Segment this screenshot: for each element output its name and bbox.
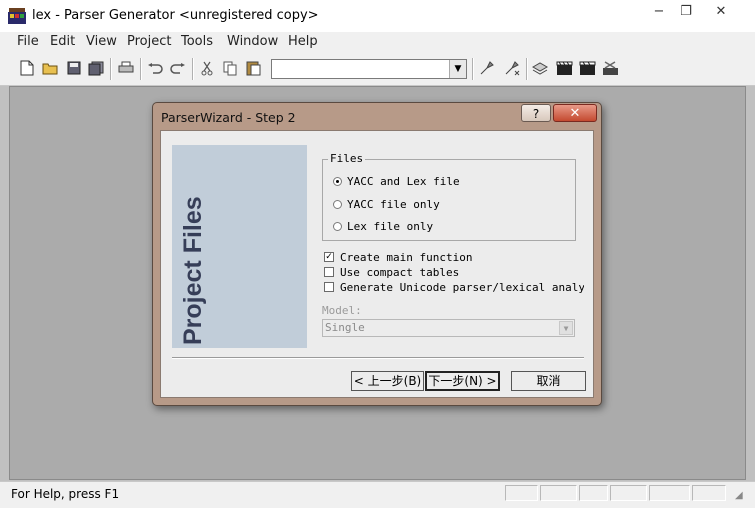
dialog-body: Project Files Files YACC and Lex file YA… bbox=[160, 130, 594, 398]
open-folder-icon[interactable] bbox=[41, 59, 59, 77]
dialog-divider bbox=[172, 357, 584, 359]
menu-view[interactable]: View bbox=[86, 34, 117, 49]
window-title: lex - Parser Generator <unregistered cop… bbox=[32, 8, 319, 23]
resize-grip-icon[interactable]: ◢ bbox=[735, 490, 743, 501]
save-all-icon[interactable] bbox=[87, 59, 105, 77]
menu-project[interactable]: Project bbox=[127, 34, 171, 49]
radio-button[interactable] bbox=[333, 200, 342, 209]
checkbox-label: Create main function bbox=[340, 251, 473, 264]
model-select-value: Single bbox=[325, 321, 365, 334]
radio-button-selected[interactable] bbox=[333, 177, 342, 186]
menu-window[interactable]: Window bbox=[227, 34, 278, 49]
checkbox[interactable] bbox=[324, 282, 334, 292]
checkbox[interactable] bbox=[324, 267, 334, 277]
dialog-help-button[interactable]: ? bbox=[521, 104, 551, 122]
side-panel-title: Project Files bbox=[179, 196, 207, 345]
menu-help[interactable]: Help bbox=[288, 34, 318, 49]
status-text: For Help, press F1 bbox=[11, 487, 120, 501]
chevron-down-icon: ▼ bbox=[559, 321, 573, 335]
radio-label: Lex file only bbox=[347, 220, 434, 233]
checkbox-checked[interactable]: ✓ bbox=[324, 252, 334, 262]
radio-label: YACC file only bbox=[347, 198, 440, 211]
print-icon[interactable] bbox=[117, 59, 135, 77]
checkbox-create-main[interactable]: ✓ Create main function bbox=[324, 251, 584, 265]
status-pane bbox=[692, 485, 726, 501]
menu-bar: File Edit View Project Tools Window Help bbox=[0, 32, 755, 52]
chevron-down-icon[interactable]: ▼ bbox=[449, 60, 466, 78]
redo-icon[interactable] bbox=[169, 59, 187, 77]
cancel-button[interactable]: 取消 bbox=[511, 371, 586, 391]
build-icon[interactable] bbox=[478, 59, 496, 77]
dialog-close-button[interactable]: ✕ bbox=[553, 104, 597, 122]
checkbox-unicode[interactable]: Generate Unicode parser/lexical analyser bbox=[324, 281, 584, 295]
status-pane bbox=[649, 485, 690, 501]
checkbox-label: Use compact tables bbox=[340, 266, 460, 279]
cut-icon[interactable] bbox=[198, 59, 216, 77]
menu-edit[interactable]: Edit bbox=[50, 34, 75, 49]
status-bar: For Help, press F1 ◢ bbox=[0, 481, 755, 508]
menu-tools[interactable]: Tools bbox=[181, 34, 213, 49]
radio-label: YACC and Lex file bbox=[347, 175, 460, 188]
minimize-button[interactable]: − bbox=[646, 4, 672, 20]
compile-icon[interactable] bbox=[531, 59, 549, 77]
status-pane bbox=[610, 485, 647, 501]
dialog-title: ParserWizard - Step 2 bbox=[161, 110, 296, 125]
title-bar: lex - Parser Generator <unregistered cop… bbox=[0, 0, 755, 33]
wizard-side-panel: Project Files bbox=[172, 145, 307, 348]
radio-button[interactable] bbox=[333, 222, 342, 231]
parser-wizard-dialog: ParserWizard - Step 2 ? ✕ Project Files … bbox=[152, 102, 602, 406]
restore-button[interactable]: ❐ bbox=[673, 4, 699, 20]
rebuild-icon[interactable] bbox=[503, 59, 521, 77]
next-button[interactable]: 下一步(N) > bbox=[425, 371, 500, 391]
paste-icon[interactable] bbox=[244, 59, 262, 77]
status-pane bbox=[540, 485, 577, 501]
back-button[interactable]: < 上一步(B) bbox=[351, 371, 424, 391]
radio-yacc-only[interactable]: YACC file only bbox=[333, 198, 533, 212]
checkbox-label: Generate Unicode parser/lexical analyser bbox=[340, 281, 584, 294]
files-group-label: Files bbox=[328, 152, 366, 165]
copy-icon[interactable] bbox=[221, 59, 239, 77]
clapper-icon[interactable] bbox=[578, 59, 596, 77]
undo-icon[interactable] bbox=[146, 59, 164, 77]
model-label: Model: bbox=[322, 304, 362, 317]
status-pane bbox=[579, 485, 608, 501]
run-icon[interactable] bbox=[555, 59, 573, 77]
new-file-icon[interactable] bbox=[18, 59, 36, 77]
stop-icon[interactable] bbox=[601, 59, 619, 77]
model-select: Single ▼ bbox=[322, 319, 575, 337]
radio-lex-only[interactable]: Lex file only bbox=[333, 220, 533, 234]
toolbar-combo[interactable]: ▼ bbox=[271, 59, 467, 79]
toolbar: ▼ bbox=[0, 52, 755, 86]
radio-yacc-and-lex[interactable]: YACC and Lex file bbox=[333, 175, 533, 189]
menu-file[interactable]: File bbox=[17, 34, 39, 49]
status-pane bbox=[505, 485, 538, 501]
checkbox-compact-tables[interactable]: Use compact tables bbox=[324, 266, 584, 280]
lex-app-icon bbox=[8, 8, 26, 24]
close-window-button[interactable]: ✕ bbox=[708, 4, 734, 20]
save-icon[interactable] bbox=[65, 59, 83, 77]
